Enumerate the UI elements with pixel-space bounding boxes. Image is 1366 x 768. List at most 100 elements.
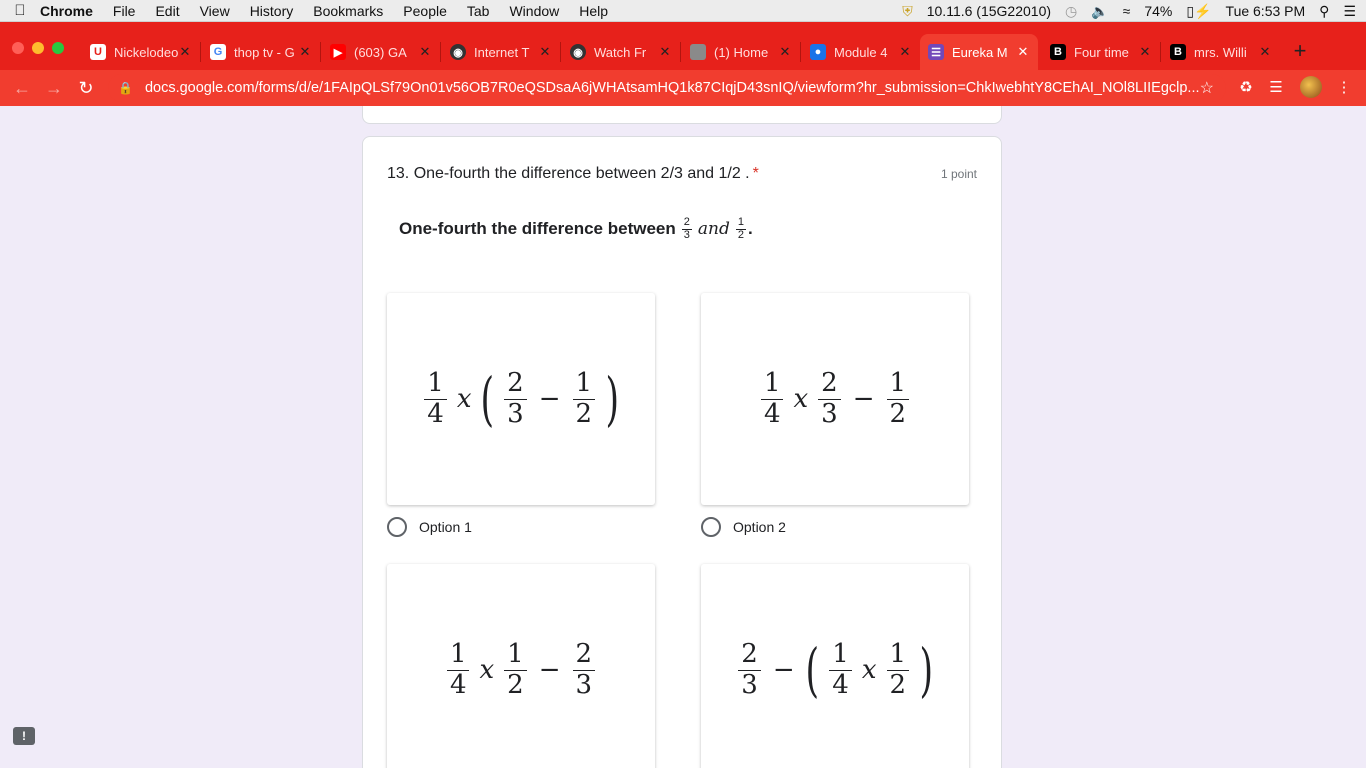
archive-icon: ◉ xyxy=(570,44,586,60)
option-1-choice[interactable]: Option 1 xyxy=(387,517,472,537)
extensions-puzzle-icon[interactable]: ♻ xyxy=(1236,78,1256,98)
close-tab-icon[interactable]: ✕ xyxy=(1138,44,1152,60)
apple-icon[interactable]:  xyxy=(0,2,40,19)
close-tab-icon[interactable]: ✕ xyxy=(1016,44,1030,60)
tab-four-times[interactable]: B Four time ✕ xyxy=(1042,34,1160,70)
spotlight-search-icon[interactable]: ⚲ xyxy=(1319,3,1329,20)
tab-title: (603) GA xyxy=(354,44,407,60)
close-tab-icon[interactable]: ✕ xyxy=(538,44,552,60)
tab-title: Module 4 xyxy=(834,44,888,60)
menu-edit[interactable]: Edit xyxy=(155,3,179,19)
menu-people[interactable]: People xyxy=(403,3,447,19)
menu-help[interactable]: Help xyxy=(579,3,608,19)
tab-thop-tv[interactable]: G thop tv - G ✕ xyxy=(202,34,320,70)
question-card: 13. One-fourth the difference between 2/… xyxy=(362,136,1002,768)
forward-arrow-icon[interactable]: → xyxy=(38,78,70,99)
browser-toolbar: ← → ↻ 🔒 docs.google.com/forms/d/e/1FAIpQ… xyxy=(0,70,1366,106)
menu-tab[interactable]: Tab xyxy=(467,3,490,19)
menu-history[interactable]: History xyxy=(250,3,294,19)
tab-title: Internet T xyxy=(474,44,530,60)
tab-youtube[interactable]: ▶ (603) GA ✕ xyxy=(322,34,440,70)
lock-icon[interactable]: 🔒 xyxy=(118,81,133,95)
battery-icon[interactable]: ▯⚡ xyxy=(1186,3,1211,20)
close-tab-icon[interactable]: ✕ xyxy=(658,44,672,60)
option-1-radio[interactable] xyxy=(387,517,407,537)
wifi-icon[interactable]: ≈ xyxy=(1123,3,1131,19)
tab-title: Watch Fr xyxy=(594,44,647,60)
option-2-radio[interactable] xyxy=(701,517,721,537)
tab-internet-archive[interactable]: ◉ Internet T ✕ xyxy=(442,34,560,70)
tab-title: mrs. Willi xyxy=(1194,44,1247,60)
battery-percent[interactable]: 74% xyxy=(1144,3,1172,19)
close-tab-icon[interactable]: ✕ xyxy=(898,44,912,60)
close-tab-icon[interactable]: ✕ xyxy=(178,44,192,60)
shield-icon[interactable]: ⛨ xyxy=(902,3,913,20)
forms-icon: ☰ xyxy=(928,44,944,60)
google-icon: G xyxy=(210,44,226,60)
profile-avatar[interactable] xyxy=(1300,76,1322,98)
option-1-label[interactable]: Option 1 xyxy=(419,519,472,535)
form-page: 13. One-fourth the difference between 2/… xyxy=(0,106,1366,768)
minimize-window-button[interactable] xyxy=(32,42,44,54)
option-3-expression: 14 x 12 − 23 xyxy=(441,639,601,701)
address-bar[interactable]: 🔒 docs.google.com/forms/d/e/1FAIpQLSf79O… xyxy=(108,74,1226,102)
close-tab-icon[interactable]: ✕ xyxy=(1258,44,1272,60)
description-period: . xyxy=(747,219,753,239)
option-4-expression: 23 − ( 14 x 12 ) xyxy=(732,639,937,701)
tab-title: Nickelodeon xyxy=(114,44,178,60)
close-tab-icon[interactable]: ✕ xyxy=(298,44,312,60)
tab-title: Four time xyxy=(1074,44,1129,60)
notification-center-icon[interactable]: ☰ xyxy=(1343,3,1356,20)
reload-icon[interactable]: ↻ xyxy=(70,78,102,99)
option-3-image[interactable]: 14 x 12 − 23 xyxy=(387,564,655,768)
question-points: 1 point xyxy=(940,167,977,181)
tab-mrs-williams[interactable]: B mrs. Willi ✕ xyxy=(1162,34,1280,70)
menu-view[interactable]: View xyxy=(200,3,230,19)
option-1-expression: 14 x ( 23 − 12 ) xyxy=(418,368,623,430)
option-2-label[interactable]: Option 2 xyxy=(733,519,786,535)
classroom-icon: ● xyxy=(810,44,826,60)
question-title: 13. One-fourth the difference between 2/… xyxy=(387,165,759,183)
menu-app-name[interactable]: Chrome xyxy=(40,3,93,19)
option-2-expression: 14 x 23 − 12 xyxy=(755,368,915,430)
required-asterisk: * xyxy=(752,165,759,182)
tab-title: thop tv - G xyxy=(234,44,295,60)
question-description: One-fourth the difference between 2 3 an… xyxy=(399,216,753,241)
zoom-window-button[interactable] xyxy=(52,42,64,54)
close-tab-icon[interactable]: ✕ xyxy=(778,44,792,60)
close-window-button[interactable] xyxy=(12,42,24,54)
close-tab-icon[interactable]: ✕ xyxy=(418,44,432,60)
back-arrow-icon[interactable]: ← xyxy=(6,78,38,99)
nickelodeon-icon: U xyxy=(90,44,106,60)
option-1-image[interactable]: 14 x ( 23 − 12 ) xyxy=(387,293,655,505)
tab-module-4[interactable]: ● Module 4 ✕ xyxy=(802,34,920,70)
bookmark-star-icon[interactable]: ☆ xyxy=(1200,78,1214,98)
menu-bookmarks[interactable]: Bookmarks xyxy=(313,3,383,19)
archive-icon: ◉ xyxy=(450,44,466,60)
option-4-image[interactable]: 23 − ( 14 x 12 ) xyxy=(701,564,969,768)
clock[interactable]: Tue 6:53 PM xyxy=(1226,3,1306,19)
option-2-choice[interactable]: Option 2 xyxy=(701,517,786,537)
tab-strip: U Nickelodeon ✕ G thop tv - G ✕ ▶ (603) … xyxy=(0,22,1366,70)
tab-home[interactable]: (1) Home ✕ xyxy=(682,34,800,70)
tab-title: Eureka M xyxy=(952,44,1008,60)
tab-nickelodeon[interactable]: U Nickelodeon ✕ xyxy=(82,34,200,70)
url-text[interactable]: docs.google.com/forms/d/e/1FAIpQLSf79On0… xyxy=(145,80,1200,96)
description-and: and xyxy=(697,219,730,240)
previous-question-card xyxy=(362,106,1002,124)
menu-window[interactable]: Window xyxy=(509,3,559,19)
bold-b-icon: B xyxy=(1050,44,1066,60)
new-tab-button[interactable]: + xyxy=(1290,36,1310,66)
time-machine-icon[interactable]: ◷ xyxy=(1065,3,1077,20)
os-version: 10.11.6 (15G22010) xyxy=(926,3,1052,19)
tab-watch-free[interactable]: ◉ Watch Fr ✕ xyxy=(562,34,680,70)
menu-file[interactable]: File xyxy=(113,3,136,19)
media-queue-icon[interactable]: ☰ xyxy=(1266,78,1286,98)
tab-eureka-math[interactable]: ☰ Eureka M ✕ xyxy=(920,34,1038,70)
more-menu-icon[interactable]: ⋮ xyxy=(1334,78,1354,98)
volume-icon[interactable]: 🔈 xyxy=(1091,3,1108,20)
report-feedback-icon[interactable]: ! xyxy=(13,727,35,745)
option-2-image[interactable]: 14 x 23 − 12 xyxy=(701,293,969,505)
macos-menu-bar:  Chrome File Edit View History Bookmark… xyxy=(0,0,1366,22)
page-icon xyxy=(690,44,706,60)
